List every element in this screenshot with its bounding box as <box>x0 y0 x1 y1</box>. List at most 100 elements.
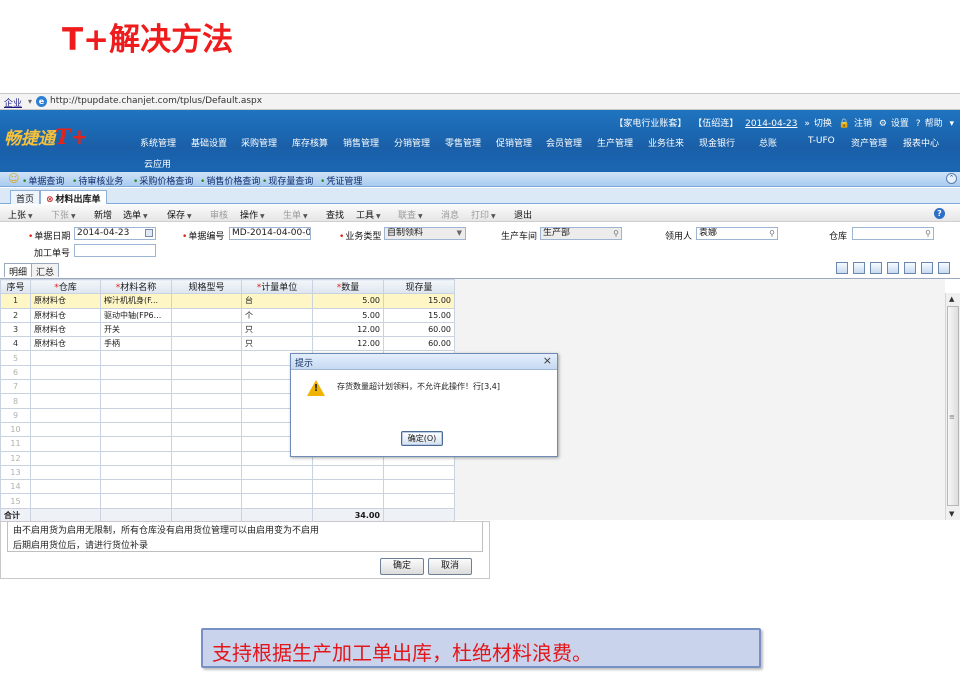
url-text[interactable]: http://tpupdate.chanjet.com/tplus/Defaul… <box>50 96 262 106</box>
nav-business[interactable]: 业务往来 <box>648 136 684 149</box>
print-button[interactable]: 打印 ▼ <box>471 208 496 221</box>
more-arrow-icon[interactable]: ▾ <box>949 119 954 129</box>
col-stock[interactable]: 现存量 <box>383 278 455 295</box>
audit-button[interactable]: 审核 <box>210 208 228 221</box>
tools-button[interactable]: 工具 ▼ <box>356 208 381 221</box>
nav-retail[interactable]: 零售管理 <box>445 136 481 149</box>
link-query-button[interactable]: 联查 ▼ <box>398 208 423 221</box>
new-button[interactable]: 新增 <box>94 208 112 221</box>
tab-material-out[interactable]: ⊗ 材料出库单 <box>40 190 107 205</box>
nav-purchase[interactable]: 采购管理 <box>241 136 277 149</box>
nav-distribution[interactable]: 分销管理 <box>394 136 430 149</box>
operate-button[interactable]: 操作 ▼ <box>240 208 265 221</box>
scroll-up-icon[interactable]: ▲ <box>949 295 954 303</box>
chart-icon[interactable] <box>921 262 933 274</box>
quick-sales-price[interactable]: 销售价格查询 <box>200 174 260 187</box>
favorites-icon[interactable]: ☺ <box>8 172 19 185</box>
help-link[interactable]: 帮助 <box>925 119 943 129</box>
nav-cash-bank[interactable]: 现金银行 <box>699 136 735 149</box>
find-button[interactable]: 查找 <box>326 208 344 221</box>
settings-link[interactable]: 设置 <box>891 119 909 129</box>
biz-type-select[interactable]: 自制领料 ▼ <box>384 227 466 240</box>
exit-button[interactable]: 退出 <box>514 208 532 221</box>
nav-cloud-app[interactable]: 云应用 <box>144 157 171 170</box>
settings-icon[interactable]: ⚙ <box>879 119 887 129</box>
nav-member[interactable]: 会员管理 <box>546 136 582 149</box>
save-button[interactable]: 保存 ▼ <box>167 208 192 221</box>
close-icon[interactable]: × <box>543 354 552 367</box>
switch-link[interactable]: 切换 <box>814 119 832 129</box>
column-settings-icon[interactable] <box>938 262 950 274</box>
next-button[interactable]: 下张 ▼ <box>51 208 76 221</box>
zoom-icon[interactable] <box>887 262 899 274</box>
col-index[interactable]: 序号 <box>0 278 31 295</box>
chevron-down-icon[interactable]: ▾ <box>28 97 32 106</box>
nav-assets[interactable]: 资产管理 <box>851 136 887 149</box>
close-icon[interactable]: ⊗ <box>46 195 54 205</box>
table-row[interactable]: 3 原材料仓 开关 只 12.00 60.00 <box>0 321 455 338</box>
grid-scrollbar[interactable]: ▲ ≡ ▼ <box>945 293 960 520</box>
insert-row-icon[interactable] <box>853 262 865 274</box>
date-field[interactable]: 2014-04-23 <box>74 227 156 240</box>
enterprise-menu[interactable]: 企业 <box>4 96 22 109</box>
message-button[interactable]: 消息 <box>441 208 459 221</box>
nav-inventory[interactable]: 库存核算 <box>292 136 328 149</box>
col-material-name[interactable]: *材料名称 <box>100 278 172 295</box>
quick-purchase-price[interactable]: 采购价格查询 <box>133 174 193 187</box>
nav-reports[interactable]: 报表中心 <box>903 136 939 149</box>
login-date[interactable]: 2014-04-23 <box>745 119 797 129</box>
tab-home[interactable]: 首页 <box>10 190 41 205</box>
table-row[interactable]: 1 原材料仓 榨汁机机身(F... 台 5.00 15.00 <box>0 293 455 309</box>
col-unit[interactable]: *计量单位 <box>241 278 313 295</box>
scroll-thumb[interactable] <box>947 306 959 506</box>
batch-icon[interactable] <box>904 262 916 274</box>
prev-button[interactable]: 上张 ▼ <box>8 208 33 221</box>
alert-ok-button[interactable]: 确定(O) <box>401 431 443 446</box>
col-spec[interactable]: 规格型号 <box>171 278 242 295</box>
alert-titlebar[interactable]: 提示 × <box>291 354 557 370</box>
logout-link[interactable]: 注销 <box>854 119 872 129</box>
collapse-icon[interactable]: ⌃ <box>946 173 957 184</box>
help-circle-icon[interactable]: ? <box>916 119 921 129</box>
dialog-ok-button[interactable]: 确定 <box>380 558 424 575</box>
chevron-down-icon: ▼ <box>491 213 496 220</box>
nav-basic-settings[interactable]: 基础设置 <box>191 136 227 149</box>
quick-doc-query[interactable]: 单据查询 <box>22 174 64 187</box>
help-icon[interactable]: ? <box>934 208 945 219</box>
table-row[interactable]: 13 <box>0 464 455 481</box>
warehouse-field[interactable]: ⚲ <box>852 227 934 240</box>
col-warehouse[interactable]: *仓库 <box>30 278 101 295</box>
switch-icon[interactable]: » <box>804 119 810 129</box>
workshop-field[interactable]: 生产部 ⚲ <box>540 227 622 240</box>
search-icon: ⚲ <box>769 229 775 238</box>
quick-pending-review[interactable]: 待审核业务 <box>72 174 123 187</box>
tab-detail[interactable]: 明细 <box>4 263 33 278</box>
alert-message: 存货数量超计划领料，不允许此操作！行[3,4] <box>337 382 500 391</box>
table-row[interactable]: 2 原材料仓 驱动中轴(FP6... 个 5.00 15.00 <box>0 307 455 323</box>
nav-t-ufo[interactable]: T-UFO <box>808 136 835 146</box>
nav-promotion[interactable]: 促销管理 <box>496 136 532 149</box>
process-no-field[interactable] <box>74 244 156 257</box>
quick-stock-query[interactable]: 现存量查询 <box>262 174 313 187</box>
warning-mark-icon: ! <box>313 383 319 394</box>
scroll-down-icon[interactable]: ▼ <box>949 510 954 518</box>
delete-row-icon[interactable] <box>870 262 882 274</box>
nav-ledger[interactable]: 总账 <box>759 136 777 149</box>
lock-icon[interactable]: 🔒 <box>839 119 850 129</box>
table-row[interactable]: 15 <box>0 493 455 509</box>
picker-field[interactable]: 袁娜 ⚲ <box>696 227 778 240</box>
nav-sales[interactable]: 销售管理 <box>343 136 379 149</box>
table-row[interactable]: 14 <box>0 479 455 495</box>
quick-voucher[interactable]: 凭证管理 <box>320 174 362 187</box>
col-quantity[interactable]: *数量 <box>312 278 384 295</box>
nav-system[interactable]: 系统管理 <box>140 136 176 149</box>
nav-production[interactable]: 生产管理 <box>597 136 633 149</box>
table-row[interactable]: 4 原材料仓 手柄 只 12.00 60.00 <box>0 336 455 352</box>
copy-row-icon[interactable] <box>836 262 848 274</box>
tab-summary[interactable]: 汇总 <box>31 263 60 278</box>
dialog-cancel-button[interactable]: 取消 <box>428 558 472 575</box>
select-doc-button[interactable]: 选单 ▼ <box>123 208 148 221</box>
doc-no-field[interactable]: MD-2014-04-00-000 <box>229 227 311 240</box>
generate-button[interactable]: 生单 ▼ <box>283 208 308 221</box>
search-icon: ⚲ <box>925 229 931 238</box>
